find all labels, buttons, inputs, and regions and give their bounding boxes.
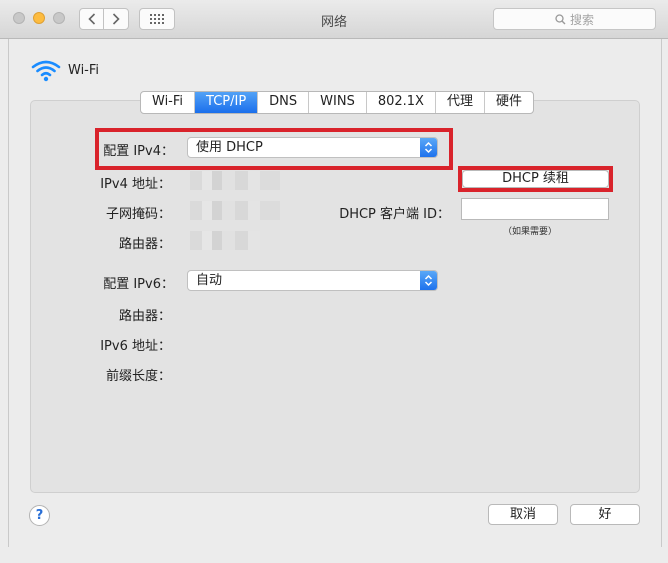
tab-wins[interactable]: WINS	[309, 92, 367, 113]
tab-proxy[interactable]: 代理	[436, 92, 485, 113]
dhcp-client-id-field[interactable]	[461, 198, 609, 220]
tab-8021x[interactable]: 802.1X	[367, 92, 436, 113]
dhcp-client-id-hint: （如果需要）	[503, 227, 558, 237]
ipv4-config-label: 配置 IPv4：	[103, 144, 174, 159]
search-icon	[555, 13, 566, 24]
ipv4-config-select[interactable]: 使用 DHCP	[187, 137, 438, 158]
ipv6-config-value: 自动	[196, 273, 223, 288]
search-placeholder: 搜索	[569, 12, 594, 27]
tab-bar: Wi-Fi TCP/IP DNS WINS 802.1X 代理 硬件	[140, 91, 534, 114]
ipv6-address-label: IPv6 地址：	[100, 339, 171, 354]
dhcp-renew-button[interactable]: DHCP 续租	[462, 170, 609, 188]
interface-name: Wi-Fi	[68, 63, 100, 78]
ok-button[interactable]: 好	[570, 504, 640, 525]
title-bar: 网络 搜索	[0, 0, 668, 39]
ipv6-router-label: 路由器：	[118, 309, 171, 324]
subnet-mask-value-redacted	[190, 201, 280, 220]
subnet-mask-label: 子网掩码：	[105, 207, 171, 222]
ipv4-config-value: 使用 DHCP	[196, 140, 263, 155]
cancel-button[interactable]: 取消	[488, 504, 558, 525]
ipv6-config-select[interactable]: 自动	[187, 270, 438, 291]
tab-hardware[interactable]: 硬件	[485, 92, 533, 113]
popup-arrows-icon	[420, 271, 437, 290]
tab-tcpip[interactable]: TCP/IP	[195, 92, 259, 113]
tab-dns[interactable]: DNS	[258, 92, 310, 113]
prefix-length-label: 前缀长度：	[105, 369, 171, 384]
router-label: 路由器：	[118, 237, 171, 252]
ipv6-config-label: 配置 IPv6：	[103, 277, 174, 292]
search-field[interactable]: 搜索	[493, 8, 656, 30]
wifi-icon	[31, 60, 61, 82]
ipv4-address-value-redacted	[190, 171, 280, 190]
tab-wifi[interactable]: Wi-Fi	[141, 92, 196, 113]
ipv4-address-label: IPv4 地址：	[100, 177, 171, 192]
help-button[interactable]: ?	[29, 505, 50, 526]
popup-arrows-icon	[420, 138, 437, 157]
router-value-redacted	[190, 231, 260, 250]
dhcp-client-id-label: DHCP 客户端 ID：	[339, 207, 450, 222]
